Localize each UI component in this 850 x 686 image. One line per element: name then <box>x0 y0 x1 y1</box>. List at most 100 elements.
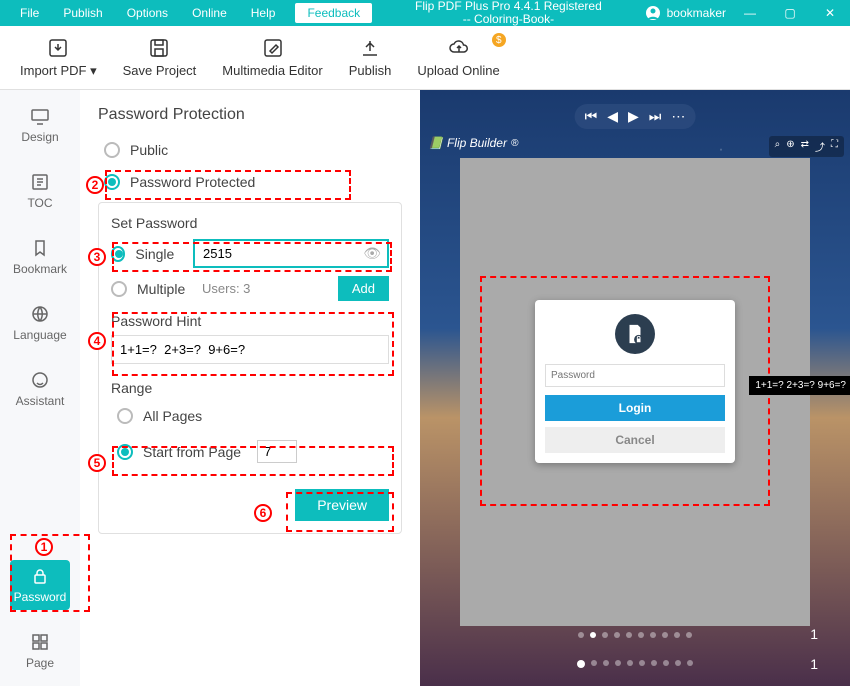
set-password-panel: Set Password Single 👁 Multiple Users: 3 … <box>98 202 402 534</box>
brand-text: Flip Builder <box>447 136 507 150</box>
all-pages-row[interactable]: All Pages <box>111 404 389 428</box>
login-button[interactable]: Login <box>545 395 725 421</box>
preview-nav-bar[interactable]: ⏮ ◀ ▶ ⏭ ⋯ <box>575 104 696 129</box>
user-name: bookmaker <box>667 6 726 20</box>
sidebar-item-page[interactable]: Page <box>10 626 70 676</box>
menu-publish[interactable]: Publish <box>51 1 114 25</box>
cancel-button[interactable]: Cancel <box>545 427 725 453</box>
fullscreen-icon[interactable]: ⛶ <box>831 139 838 154</box>
range-label: Range <box>111 380 389 396</box>
lock-doc-icon <box>615 314 655 354</box>
range-section: Range All Pages Start from Page <box>111 380 389 467</box>
sidebar-item-assistant[interactable]: Assistant <box>10 364 70 414</box>
lock-icon <box>30 566 50 586</box>
prev-page-icon[interactable]: ◀ <box>607 108 618 125</box>
page-num-bottom: 1 <box>810 656 818 672</box>
import-label: Import PDF ▾ <box>20 63 97 79</box>
start-from-row[interactable]: Start from Page <box>111 436 389 467</box>
login-dialog: Login Cancel <box>535 300 735 463</box>
edit-icon <box>262 37 284 59</box>
password-panel: Password Protection Public Password Prot… <box>80 90 420 686</box>
menu-online[interactable]: Online <box>180 1 239 25</box>
multiple-password-row: Multiple Users: 3 Add <box>111 276 389 301</box>
menu-file[interactable]: File <box>8 1 51 25</box>
main-toolbar: Import PDF ▾ Save Project Multimedia Edi… <box>0 26 850 90</box>
arrows-icon[interactable]: ⇄ <box>801 139 809 154</box>
save-icon <box>148 37 170 59</box>
sidebar-password-label: Password <box>14 590 67 604</box>
save-project-button[interactable]: Save Project <box>123 37 197 78</box>
all-pages-radio[interactable] <box>117 408 133 424</box>
theme-dots[interactable] <box>578 632 692 638</box>
search-icon[interactable]: ⌕ <box>775 139 781 154</box>
bookmark-icon <box>30 238 50 258</box>
last-page-icon[interactable]: ⏭ <box>649 108 662 125</box>
chat-icon <box>30 370 50 390</box>
public-radio-row[interactable]: Public <box>98 138 402 162</box>
publish-button[interactable]: Publish <box>349 37 392 78</box>
zoom-icon[interactable]: ⊕ <box>786 139 794 154</box>
monitor-icon <box>30 106 50 126</box>
single-password-input[interactable] <box>193 239 389 268</box>
more-icon[interactable]: ⋯ <box>671 108 685 125</box>
feedback-button[interactable]: Feedback <box>295 3 372 23</box>
multiple-radio[interactable] <box>111 281 127 297</box>
sidebar-design-label: Design <box>21 130 58 144</box>
sidebar-item-bookmark[interactable]: Bookmark <box>10 232 70 282</box>
publish-icon <box>359 37 381 59</box>
set-password-label: Set Password <box>111 215 389 231</box>
preview-button[interactable]: Preview <box>295 489 389 521</box>
mm-label: Multimedia Editor <box>222 63 322 78</box>
hint-tooltip: 1+1=? 2+3=? 9+6=? <box>749 376 850 395</box>
menu-options[interactable]: Options <box>115 1 180 25</box>
menu-help[interactable]: Help <box>239 1 288 25</box>
start-page-input[interactable] <box>257 440 297 463</box>
close-button[interactable]: ✕ <box>810 1 850 25</box>
first-page-icon[interactable]: ⏮ <box>585 108 598 125</box>
toc-icon <box>30 172 50 192</box>
multimedia-editor-button[interactable]: Multimedia Editor <box>222 37 322 78</box>
sidebar: Design TOC Bookmark Language Assistant P… <box>0 90 80 686</box>
page-dots[interactable] <box>577 660 693 668</box>
sidebar-language-label: Language <box>13 328 66 342</box>
book-preview: ⏮ ◀ ▶ ⏭ ⋯ 📗 Flip Builder® ⌕ ⊕ ⇄ ⤴ ⛶ Logi… <box>420 90 850 686</box>
sidebar-page-label: Page <box>26 656 54 670</box>
title-bar: File Publish Options Online Help Feedbac… <box>0 0 850 26</box>
preview-brand: 📗 Flip Builder® <box>428 136 518 150</box>
globe-icon <box>30 304 50 324</box>
maximize-button[interactable]: ▢ <box>770 1 810 25</box>
import-pdf-button[interactable]: Import PDF ▾ <box>20 37 97 79</box>
page-num-top: 1 <box>810 626 818 642</box>
cloud-upload-icon <box>448 37 470 59</box>
single-radio[interactable] <box>111 246 125 262</box>
sidebar-item-toc[interactable]: TOC <box>10 166 70 216</box>
sidebar-item-language[interactable]: Language <box>10 298 70 348</box>
protected-radio-row[interactable]: Password Protected <box>98 170 402 194</box>
share-icon[interactable]: ⤴ <box>815 139 825 154</box>
hint-label: Password Hint <box>111 313 389 329</box>
single-label: Single <box>135 246 183 262</box>
next-page-icon[interactable]: ▶ <box>628 108 639 125</box>
protected-radio[interactable] <box>104 174 120 190</box>
window-controls: — ▢ ✕ <box>730 1 850 25</box>
multiple-label: Multiple <box>137 281 192 297</box>
import-icon <box>47 37 69 59</box>
sidebar-assistant-label: Assistant <box>16 394 65 408</box>
user-area[interactable]: bookmaker <box>645 5 730 21</box>
public-radio[interactable] <box>104 142 120 158</box>
login-password-input[interactable] <box>545 364 725 387</box>
user-icon <box>645 5 661 21</box>
users-count: Users: 3 <box>202 281 328 296</box>
upload-online-button[interactable]: $ Upload Online <box>417 37 499 78</box>
public-label: Public <box>130 142 168 158</box>
start-from-radio[interactable] <box>117 444 133 460</box>
sidebar-item-design[interactable]: Design <box>10 100 70 150</box>
add-user-button[interactable]: Add <box>338 276 389 301</box>
sidebar-item-password[interactable]: Password <box>10 560 70 610</box>
grid-icon <box>30 632 50 652</box>
preview-toolbar[interactable]: ⌕ ⊕ ⇄ ⤴ ⛶ <box>769 136 844 157</box>
minimize-button[interactable]: — <box>730 1 770 25</box>
eye-icon[interactable]: 👁 <box>363 245 381 262</box>
upload-badge: $ <box>492 33 506 47</box>
hint-input[interactable] <box>111 335 389 364</box>
